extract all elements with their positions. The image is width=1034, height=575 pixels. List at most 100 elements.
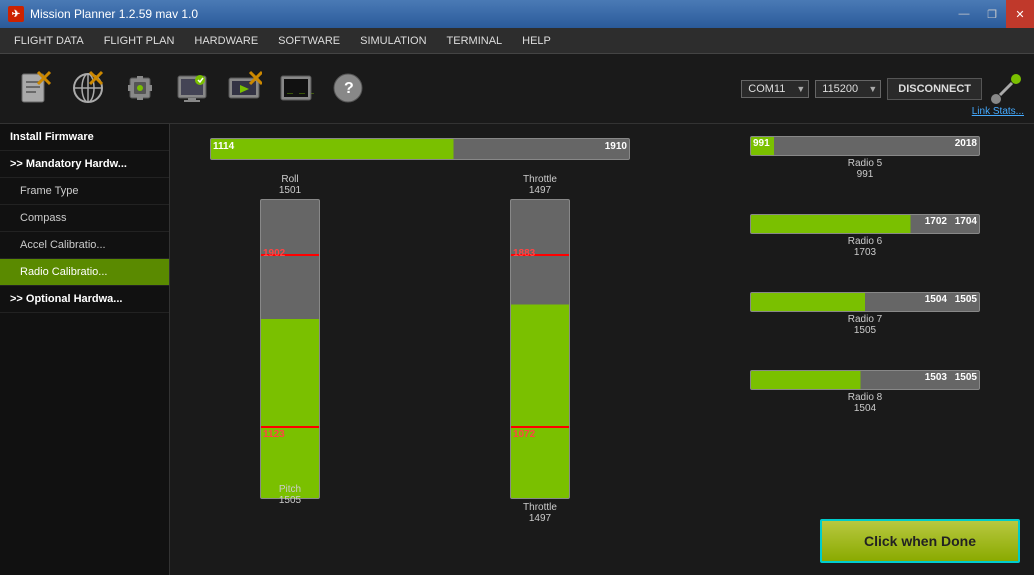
title-bar: ✈ Mission Planner 1.2.59 mav 1.0 — ❐ ✕ [0, 0, 1034, 28]
throttle-bottom-val: 1072 [513, 429, 535, 440]
menu-terminal[interactable]: TERMINAL [437, 31, 513, 51]
r8-label: Radio 8 [848, 392, 882, 403]
roll-value: 1501 [279, 185, 301, 196]
r6-bar-container: 1702 1704 Radio 6 1703 [750, 214, 980, 258]
r5-value: 991 [857, 169, 874, 180]
r6-value: 1703 [854, 247, 876, 258]
throttle-v-bar: 1883 1072 [510, 199, 570, 499]
throttle-label-below: Throttle 1497 [510, 502, 570, 524]
roll-bar-wrapper: Roll 1501 1902 1123 [260, 174, 320, 499]
throttle-bottom-marker [511, 426, 569, 428]
main-layout: Install Firmware >> Mandatory Hardw... F… [0, 124, 1034, 575]
sidebar-compass[interactable]: Compass [0, 205, 169, 232]
r7-left-val: 1504 [925, 294, 947, 305]
port-select[interactable]: COM11 [741, 80, 809, 98]
terminal-icon: _ _ _ [278, 70, 314, 106]
toolbar-terminal-btn[interactable]: _ _ _ [270, 66, 322, 112]
sidebar-accel-cal[interactable]: Accel Calibratio... [0, 232, 169, 259]
link-stats-link[interactable]: Link Stats... [972, 106, 1024, 117]
r5-left-val: 991 [753, 138, 770, 149]
roll-bottom-val: 1123 [263, 429, 285, 440]
window-title: Mission Planner 1.2.59 mav 1.0 [30, 7, 198, 21]
connection-area: COM11 ▼ 115200 ▼ DISCONNECT [741, 71, 1024, 107]
r5-bar-container: 991 2018 Radio 5 991 [750, 136, 980, 180]
toolbar-flightplan-btn[interactable] [62, 66, 114, 112]
app-icon: ✈ [8, 6, 24, 22]
r5-h-bar: 991 2018 [750, 136, 980, 156]
baud-select[interactable]: 115200 [815, 80, 881, 98]
pitch-label-area: Pitch 1505 [260, 484, 320, 506]
window-controls: — ❐ ✕ [950, 0, 1034, 28]
software-icon [174, 70, 210, 106]
menu-help[interactable]: HELP [512, 31, 561, 51]
top-bar-right-val: 1910 [605, 141, 627, 152]
simulation-icon [226, 70, 262, 106]
svg-text:?: ? [344, 80, 354, 97]
menu-bar: FLIGHT DATA FLIGHT PLAN HARDWARE SOFTWAR… [0, 28, 1034, 54]
sidebar-mandatory-hw[interactable]: >> Mandatory Hardw... [0, 151, 169, 178]
close-button[interactable]: ✕ [1006, 0, 1034, 28]
toolbar-hardware-btn[interactable] [114, 66, 166, 112]
r5-label-area: Radio 5 991 [750, 158, 980, 180]
toolbar: _ _ _ ? COM11 ▼ 115200 ▼ DISCONNECT L [0, 54, 1034, 124]
r8-h-bar: 1503 1505 [750, 370, 980, 390]
minimize-button[interactable]: — [950, 0, 978, 28]
hardware-icon [122, 70, 158, 106]
toolbar-flightdata-btn[interactable] [10, 66, 62, 112]
toolbar-simulation-btn[interactable] [218, 66, 270, 112]
menu-simulation[interactable]: SIMULATION [350, 31, 436, 51]
flightplan-icon [70, 70, 106, 106]
throttle-value: 1497 [529, 185, 551, 196]
help-icon: ? [330, 70, 366, 106]
flightdata-icon [18, 70, 54, 106]
r7-bar-container: 1504 1505 Radio 7 1505 [750, 292, 980, 336]
content-area: 1114 1910 Roll 1501 1902 1123 Pitch [170, 124, 1034, 575]
svg-text:_ _ _: _ _ _ [287, 83, 314, 94]
roll-bottom-marker [261, 426, 319, 428]
disconnect-button[interactable]: DISCONNECT [887, 78, 982, 100]
r6-left-val: 1702 [925, 216, 947, 227]
sidebar-optional-hw[interactable]: >> Optional Hardwa... [0, 286, 169, 313]
roll-range-bar-container: 1114 1910 [210, 138, 630, 160]
pitch-label: Pitch [279, 484, 301, 495]
restore-button[interactable]: ❐ [978, 0, 1006, 28]
throttle-label: Throttle [523, 174, 557, 185]
r8-right-val: 1505 [955, 372, 977, 383]
r7-label-area: Radio 7 1505 [750, 314, 980, 336]
menu-flight-data[interactable]: FLIGHT DATA [4, 31, 94, 51]
r7-right-val: 1505 [955, 294, 977, 305]
toolbar-software-btn[interactable] [166, 66, 218, 112]
pitch-value: 1505 [279, 495, 301, 506]
connect-icon [988, 71, 1024, 107]
done-button[interactable]: Click when Done [820, 519, 1020, 563]
menu-flight-plan[interactable]: FLIGHT PLAN [94, 31, 185, 51]
throttle-top-val: 1883 [513, 248, 535, 259]
menu-hardware[interactable]: HARDWARE [184, 31, 268, 51]
roll-top-val: 1902 [263, 248, 285, 259]
toolbar-help-btn[interactable]: ? [322, 66, 374, 112]
throttle-bar-wrapper: Throttle 1497 1883 1072 Throttle 1497 [510, 174, 570, 524]
r8-left-val: 1503 [925, 372, 947, 383]
roll-v-bar: 1902 1123 [260, 199, 320, 499]
sidebar: Install Firmware >> Mandatory Hardw... F… [0, 124, 170, 575]
roll-range-bar: 1114 1910 [210, 138, 630, 160]
r5-right-val: 2018 [955, 138, 977, 149]
sidebar-radio-cal[interactable]: Radio Calibratio... [0, 259, 169, 286]
menu-software[interactable]: SOFTWARE [268, 31, 350, 51]
r6-label-area: Radio 6 1703 [750, 236, 980, 258]
top-bar-left-val: 1114 [213, 141, 234, 152]
r6-right-val: 1704 [955, 216, 977, 227]
sidebar-frame-type[interactable]: Frame Type [0, 178, 169, 205]
sidebar-install-firmware[interactable]: Install Firmware [0, 124, 169, 151]
roll-label: Roll [281, 174, 298, 185]
port-dropdown-wrap[interactable]: COM11 ▼ [741, 80, 809, 98]
r7-value: 1505 [854, 325, 876, 336]
r7-label: Radio 7 [848, 314, 882, 325]
r8-value: 1504 [854, 403, 876, 414]
r5-label: Radio 5 [848, 158, 882, 169]
r7-h-bar: 1504 1505 [750, 292, 980, 312]
r6-label: Radio 6 [848, 236, 882, 247]
r6-h-bar: 1702 1704 [750, 214, 980, 234]
baud-dropdown-wrap[interactable]: 115200 ▼ [815, 80, 881, 98]
r8-bar-container: 1503 1505 Radio 8 1504 [750, 370, 980, 414]
